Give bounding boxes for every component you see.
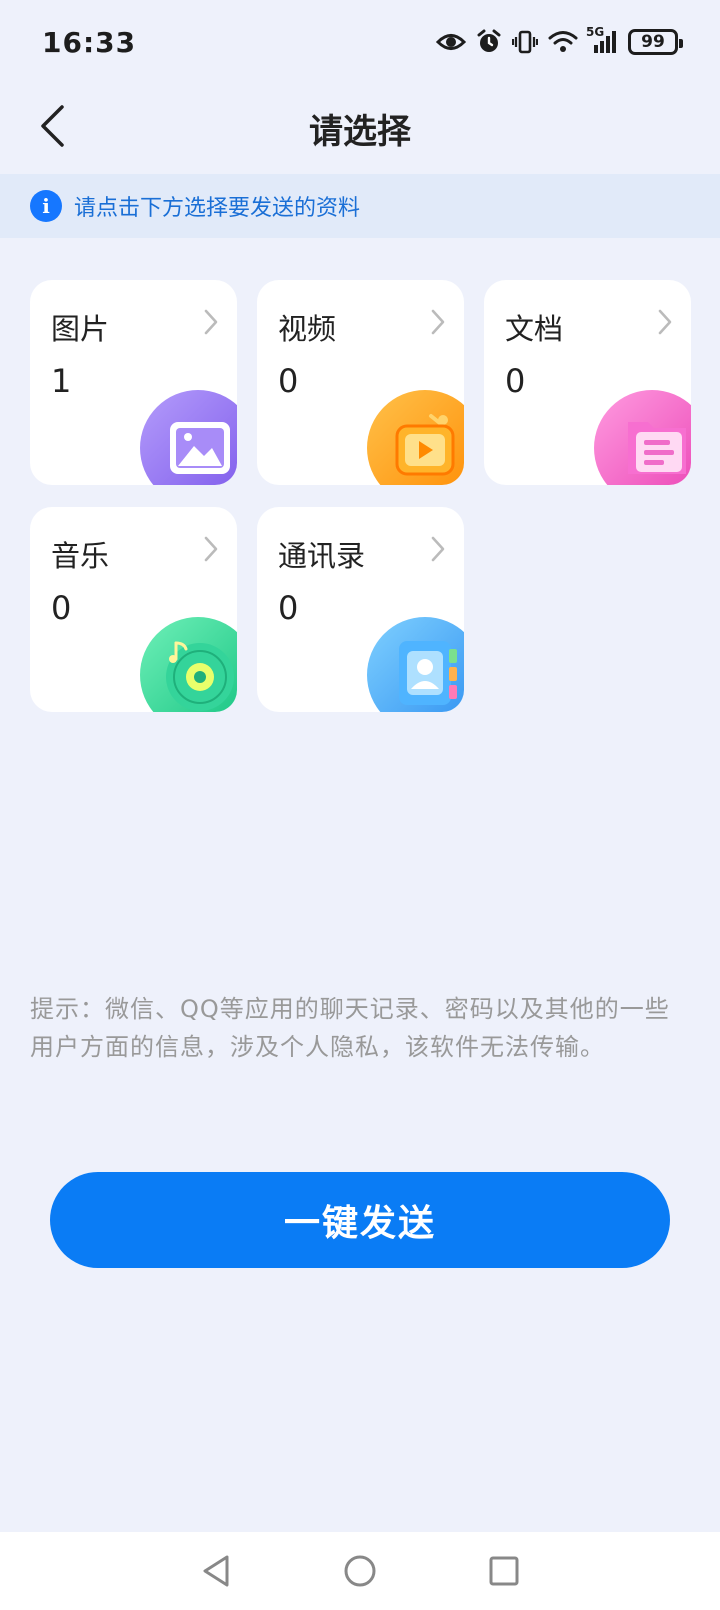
header: 请选择 <box>0 84 720 172</box>
status-time: 16:33 <box>42 25 137 59</box>
chevron-right-icon <box>203 308 219 340</box>
card-label: 通讯录 <box>278 539 366 573</box>
network-label: 5G <box>586 25 605 39</box>
card-count: 0 <box>51 589 72 627</box>
chevron-right-icon <box>430 535 446 567</box>
category-card-images[interactable]: 图片 1 <box>30 280 237 485</box>
send-all-button[interactable]: 一键发送 <box>50 1172 670 1268</box>
signal-icon: 5G <box>586 25 618 55</box>
info-banner: i 请点击下方选择要发送的资料 <box>0 174 720 238</box>
page-title: 请选择 <box>309 111 411 152</box>
chevron-right-icon <box>657 308 673 340</box>
card-label: 文档 <box>505 312 564 346</box>
category-card-video[interactable]: 视频 0 <box>257 280 464 485</box>
vibrate-icon <box>512 29 538 55</box>
wifi-icon <box>548 30 578 54</box>
status-icons: 5G 99 <box>436 25 683 55</box>
status-bar: 16:33 5G 99 <box>0 0 720 84</box>
privacy-notice: 提示：微信、QQ等应用的聊天记录、密码以及其他的一些用户方面的信息，涉及个人隐私… <box>30 995 670 1061</box>
category-card-documents[interactable]: 文档 0 <box>484 280 691 485</box>
nav-back-icon[interactable] <box>192 1547 240 1595</box>
screen: 16:33 5G 99 请选择 i 请点击下方选择要发送的资料 图片 1 视频 … <box>0 0 720 1610</box>
chevron-right-icon <box>203 535 219 567</box>
card-count: 1 <box>51 362 72 400</box>
category-card-contacts[interactable]: 通讯录 0 <box>257 507 464 712</box>
contacts-icon <box>367 617 464 712</box>
back-button[interactable] <box>24 98 80 158</box>
video-icon <box>367 390 464 485</box>
category-card-music[interactable]: 音乐 0 <box>30 507 237 712</box>
nav-recents-icon[interactable] <box>480 1547 528 1595</box>
image-icon <box>140 390 237 485</box>
card-count: 0 <box>505 362 526 400</box>
alarm-icon <box>476 29 502 55</box>
music-icon <box>140 617 237 712</box>
chevron-left-icon <box>38 104 66 152</box>
card-count: 0 <box>278 362 299 400</box>
battery-icon: 99 <box>628 29 683 55</box>
battery-level: 99 <box>641 32 665 52</box>
eye-icon <box>436 31 466 53</box>
chevron-right-icon <box>430 308 446 340</box>
nav-home-icon[interactable] <box>336 1547 384 1595</box>
navigation-bar <box>0 1532 720 1610</box>
document-icon <box>594 390 691 485</box>
info-icon: i <box>30 190 62 222</box>
card-count: 0 <box>278 589 299 627</box>
card-label: 音乐 <box>51 539 110 573</box>
banner-text: 请点击下方选择要发送的资料 <box>74 196 361 221</box>
card-label: 图片 <box>51 312 110 346</box>
card-label: 视频 <box>278 312 337 346</box>
